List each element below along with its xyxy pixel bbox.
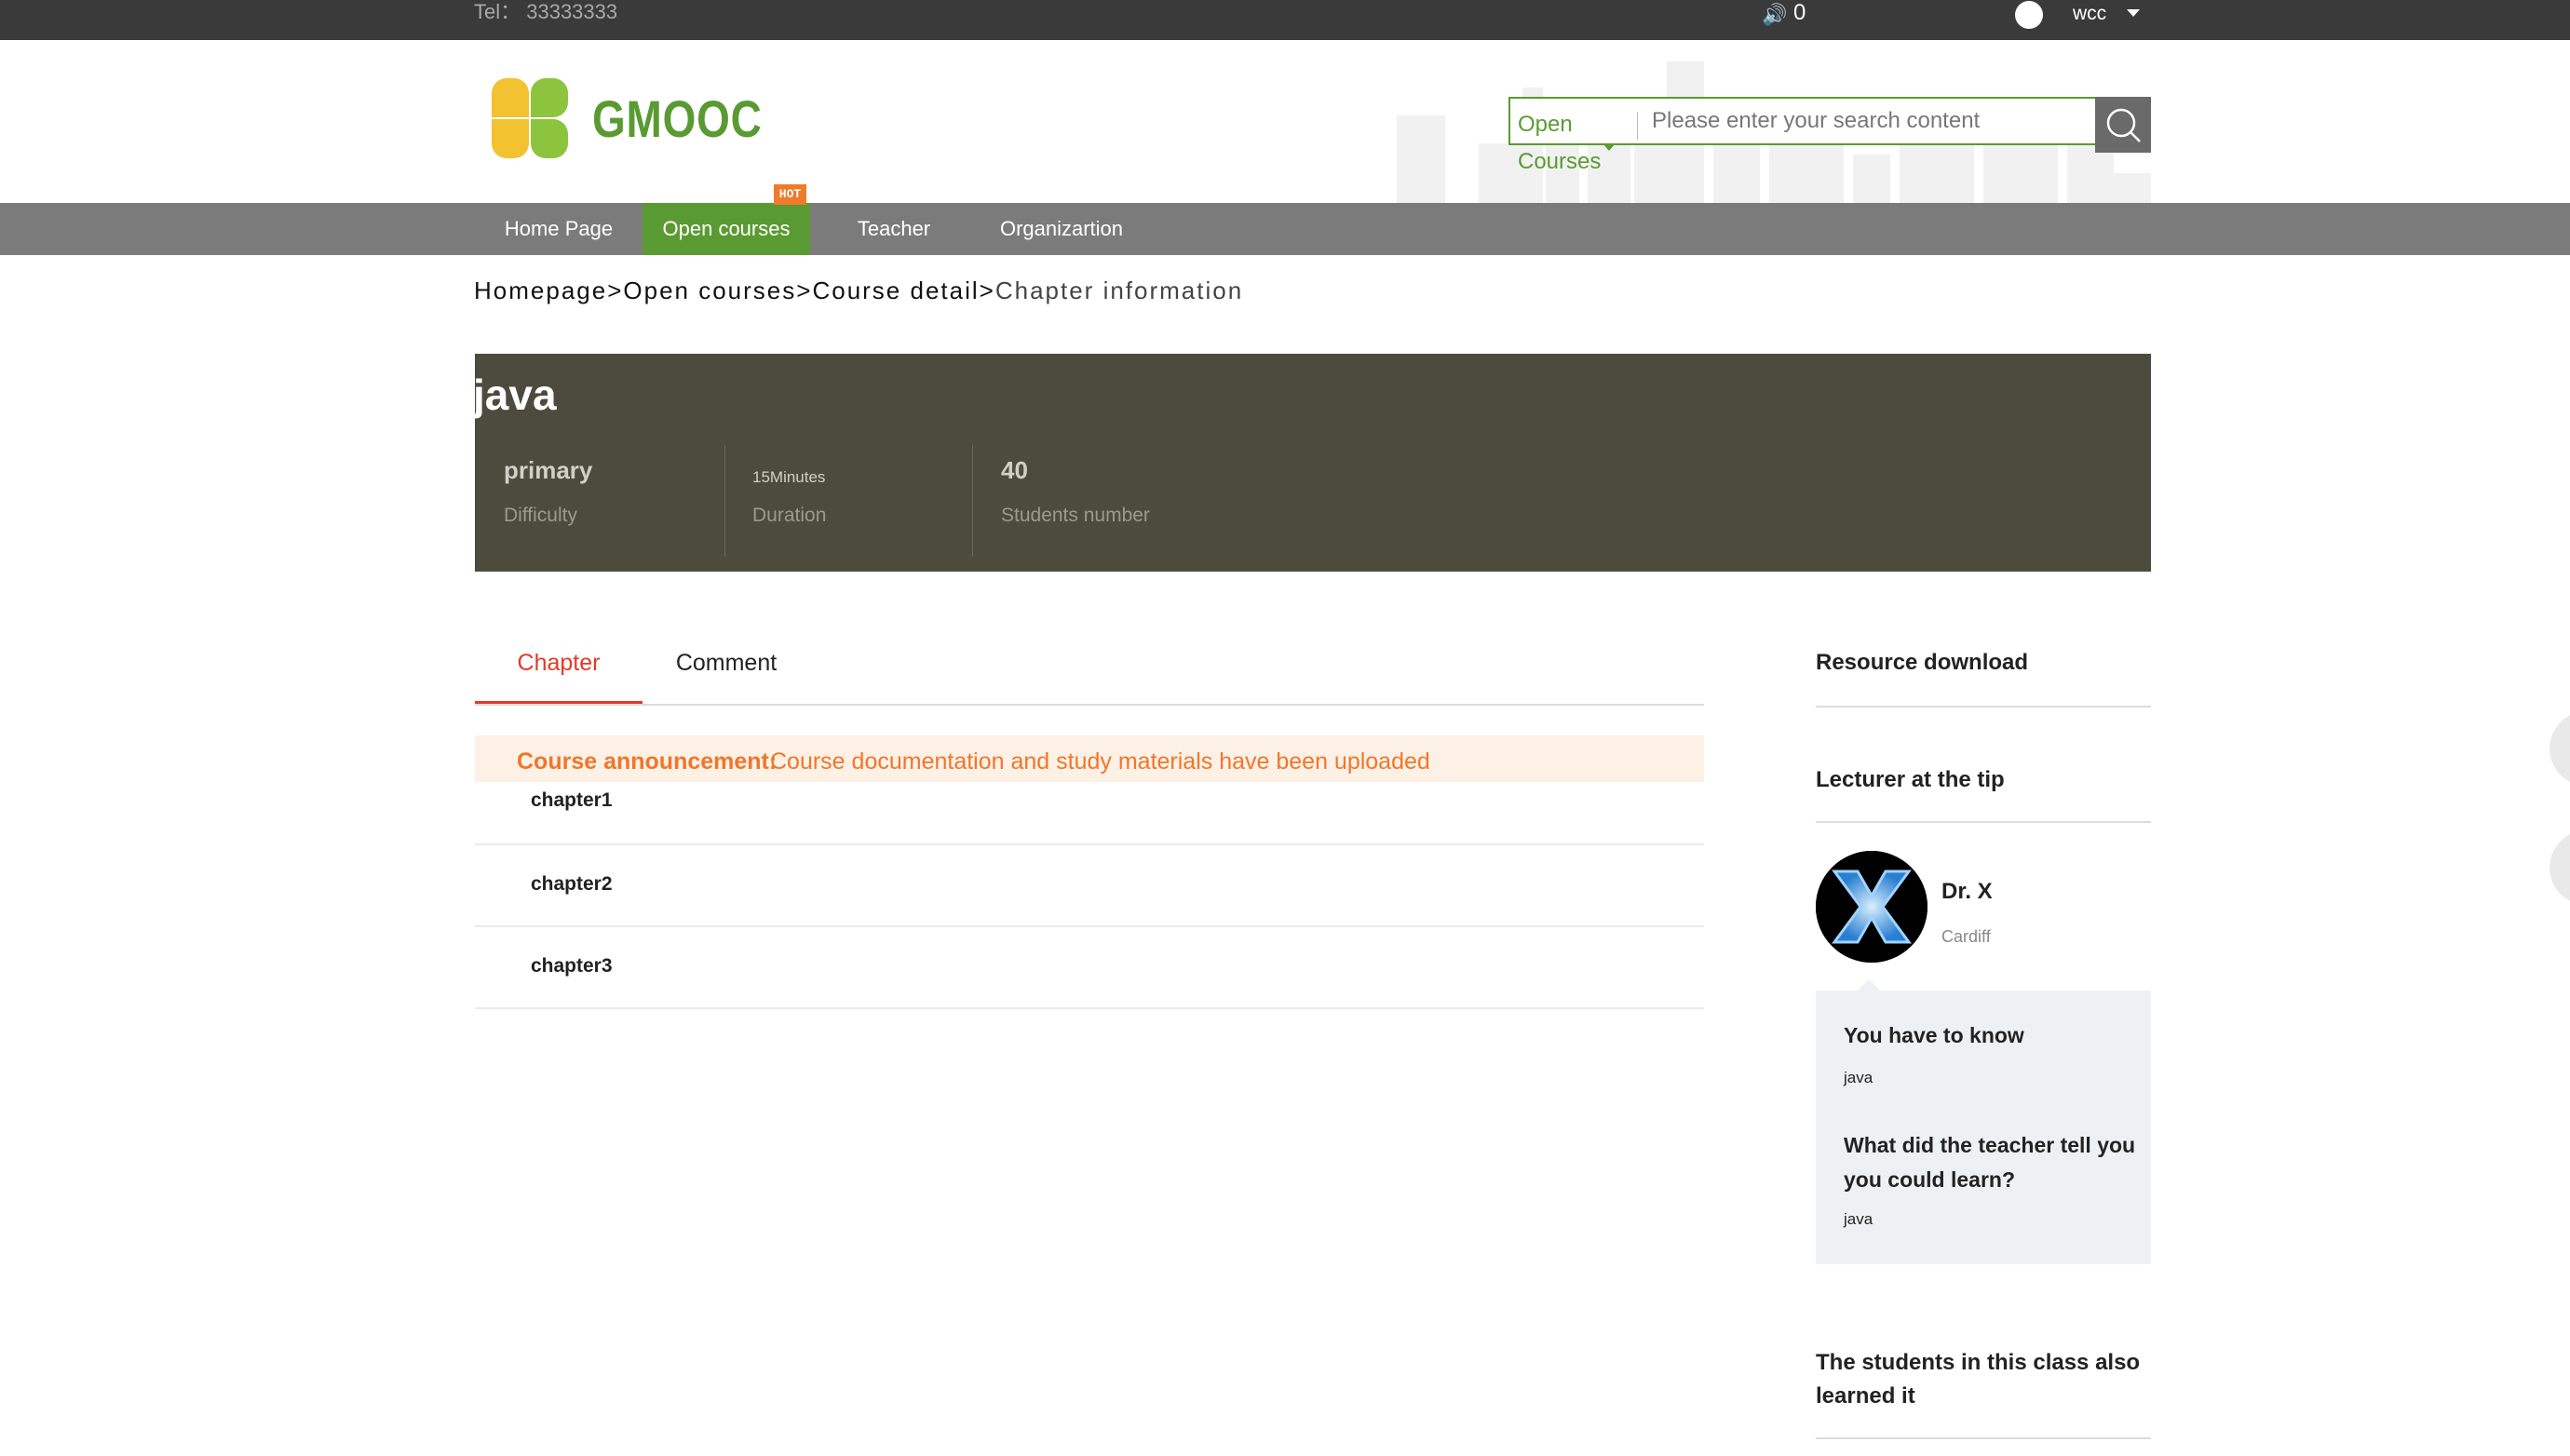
floating-button[interactable]	[2550, 711, 2570, 786]
notification-count[interactable]: 0	[1793, 0, 1806, 26]
phone-number: Tel： 33333333	[474, 0, 618, 23]
course-banner	[475, 354, 2151, 572]
students-label: Students number	[1001, 505, 1150, 526]
resource-download-title[interactable]: Resource download	[1816, 646, 2028, 680]
duration-value: 15Minutes	[752, 468, 826, 486]
breadcrumb-course-detail[interactable]: Course detail>	[812, 276, 994, 304]
hot-badge: HOT	[774, 184, 806, 205]
caret-down-icon[interactable]	[1603, 143, 1616, 151]
chapter-row[interactable]: chapter3	[475, 927, 1704, 1009]
user-avatar[interactable]	[2015, 1, 2043, 29]
tab-comment[interactable]: Comment	[642, 637, 810, 704]
lecturer-location: Cardiff	[1941, 927, 1991, 946]
speaker-icon[interactable]: 🔊	[1762, 3, 1787, 27]
chapter-title[interactable]: chapter1	[531, 789, 613, 812]
top-bar	[0, 0, 2570, 40]
chevron-down-icon[interactable]	[2127, 9, 2140, 17]
caret-up-icon	[1858, 979, 1880, 991]
sidebar-divider	[1816, 706, 2151, 708]
active-tab-indicator	[475, 701, 642, 704]
search-icon	[2106, 108, 2141, 142]
username-label[interactable]: wcc	[2073, 2, 2106, 26]
lecturer-avatar[interactable]	[1816, 851, 1928, 963]
know-title: You have to know	[1844, 1023, 2024, 1047]
learn-value: java	[1844, 1210, 1873, 1228]
chapter-row[interactable]: chapter1	[475, 763, 1704, 845]
lecturer-name[interactable]: Dr. X	[1941, 879, 1993, 905]
also-learned-title: The students in this class also learned …	[1816, 1350, 2141, 1409]
x-logo-icon	[1816, 851, 1928, 963]
course-title: java	[473, 371, 557, 419]
stat-divider	[972, 445, 973, 557]
breadcrumb-open-courses[interactable]: Open courses>	[623, 276, 812, 304]
breadcrumb-home[interactable]: Homepage>	[474, 276, 623, 304]
tabs-divider	[475, 704, 1704, 706]
nav-item-home[interactable]: Home Page	[475, 203, 642, 255]
chapter-row[interactable]: chapter2	[475, 845, 1704, 927]
stat-divider	[724, 445, 725, 557]
difficulty-label: Difficulty	[504, 505, 577, 526]
sidebar-divider	[1816, 821, 2151, 823]
nav-item-organization[interactable]: Organizartion	[978, 203, 1145, 255]
sidebar-divider	[1816, 1437, 2151, 1439]
nav-item-open-courses[interactable]: Open courses	[642, 203, 810, 255]
know-value: java	[1844, 1069, 1873, 1086]
logo-text[interactable]: GMOOC	[592, 89, 763, 149]
breadcrumb: Homepage>Open courses>Course detail>Chap…	[474, 272, 1243, 309]
floating-button[interactable]	[2550, 830, 2570, 905]
duration-label: Duration	[752, 505, 827, 526]
search-divider	[1637, 112, 1638, 140]
tab-chapter[interactable]: Chapter	[475, 637, 642, 704]
logo-icon[interactable]	[488, 76, 572, 160]
breadcrumb-current: Chapter information	[994, 276, 1244, 304]
chapter-title[interactable]: chapter2	[531, 873, 613, 896]
nav-item-teacher[interactable]: Teacher	[810, 203, 978, 255]
difficulty-value: primary	[504, 456, 593, 484]
students-value: 40	[1001, 456, 1028, 484]
search-input[interactable]	[1652, 99, 2090, 143]
main-nav	[0, 203, 2570, 255]
lecturer-section-title: Lecturer at the tip	[1816, 767, 2005, 792]
search-button[interactable]	[2095, 97, 2151, 153]
chapter-title[interactable]: chapter3	[531, 955, 613, 977]
learn-title: What did the teacher tell you you could …	[1844, 1133, 2136, 1192]
